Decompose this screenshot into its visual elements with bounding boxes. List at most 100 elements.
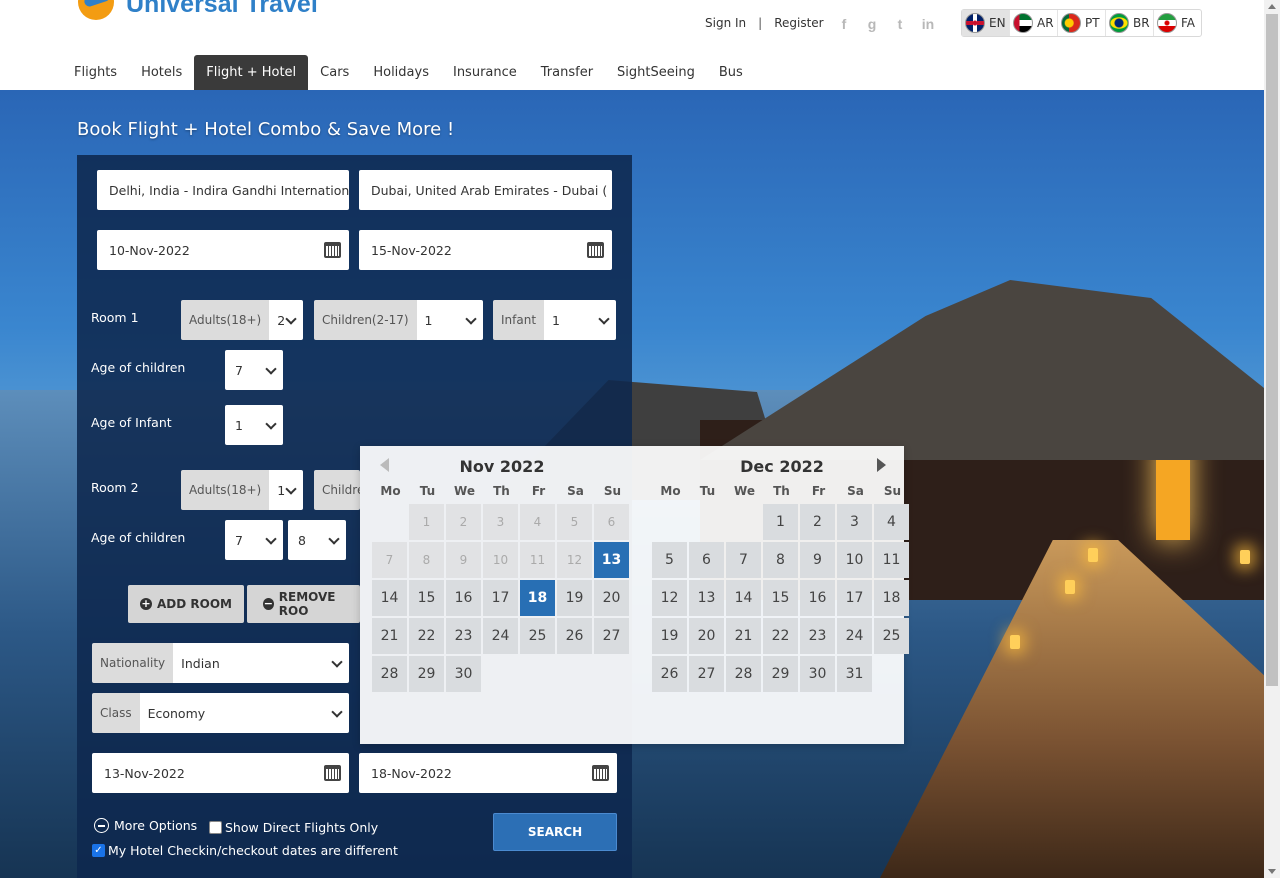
lang-ar[interactable]: AR [1010, 10, 1058, 36]
day-cell[interactable]: 2 [800, 504, 835, 540]
day-cell[interactable]: 25 [520, 618, 555, 654]
nav-flights[interactable]: Flights [62, 55, 129, 90]
logo[interactable]: Universal Travel [78, 0, 318, 22]
day-cell[interactable]: 28 [726, 656, 761, 692]
day-cell[interactable]: 6 [689, 542, 724, 578]
room2-adults-select[interactable]: Adults(18+) 1 [181, 470, 303, 510]
day-cell[interactable]: 14 [372, 580, 407, 616]
linkedin-icon[interactable]: in [920, 14, 936, 34]
hotel-dates-checkbox[interactable]: ✓ My Hotel Checkin/checkout dates are di… [92, 843, 398, 858]
day-cell[interactable]: 22 [409, 618, 444, 654]
nav-sightseeing[interactable]: SightSeeing [605, 55, 707, 90]
lang-fa[interactable]: FA [1154, 10, 1201, 36]
nav-hotels[interactable]: Hotels [129, 55, 194, 90]
day-cell[interactable]: 11 [874, 542, 909, 578]
day-cell[interactable]: 27 [689, 656, 724, 692]
day-cell[interactable]: 8 [763, 542, 798, 578]
scroll-up-icon[interactable] [1268, 4, 1276, 9]
day-cell[interactable]: 21 [372, 618, 407, 654]
day-cell[interactable]: 5 [652, 542, 687, 578]
class-select[interactable]: Class Economy [92, 693, 349, 733]
calendar-icon[interactable] [587, 242, 604, 258]
nav-transfer[interactable]: Transfer [529, 55, 605, 90]
scrollbar-thumb[interactable] [1266, 14, 1278, 686]
more-options-toggle[interactable]: More Options [94, 818, 197, 833]
day-cell[interactable]: 24 [483, 618, 518, 654]
checkin-date-input[interactable]: 13-Nov-2022 [92, 753, 349, 793]
day-cell[interactable]: 23 [446, 618, 481, 654]
return-date-input[interactable]: 15-Nov-2022 [359, 230, 612, 270]
day-cell[interactable]: 26 [652, 656, 687, 692]
day-cell[interactable]: 18 [874, 580, 909, 616]
lang-en[interactable]: EN [962, 10, 1010, 36]
search-button[interactable]: SEARCH [493, 813, 617, 851]
room1-age-infant-select[interactable]: 1 [225, 405, 283, 445]
day-cell[interactable]: 7 [726, 542, 761, 578]
day-cell-selected[interactable]: 13 [594, 542, 629, 578]
day-cell[interactable]: 16 [446, 580, 481, 616]
calendar-icon[interactable] [324, 242, 341, 258]
checkbox-icon[interactable] [209, 821, 222, 834]
day-cell[interactable]: 17 [483, 580, 518, 616]
day-cell[interactable]: 25 [874, 618, 909, 654]
from-input[interactable]: Delhi, India - Indira Gandhi Internation [97, 170, 349, 210]
remove-room-button[interactable]: − REMOVE ROO [247, 585, 360, 623]
day-cell[interactable]: 15 [409, 580, 444, 616]
day-cell[interactable]: 4 [874, 504, 909, 540]
sign-in-link[interactable]: Sign In [705, 16, 746, 30]
calendar-icon[interactable] [592, 765, 609, 781]
facebook-icon[interactable]: f [836, 14, 852, 34]
day-cell[interactable]: 17 [837, 580, 872, 616]
room2-age-child1-select[interactable]: 7 [225, 520, 283, 560]
day-cell[interactable]: 29 [763, 656, 798, 692]
day-cell[interactable]: 30 [446, 656, 481, 692]
day-cell[interactable]: 28 [372, 656, 407, 692]
day-cell[interactable]: 24 [837, 618, 872, 654]
nav-insurance[interactable]: Insurance [441, 55, 529, 90]
day-cell[interactable]: 19 [652, 618, 687, 654]
lang-pt[interactable]: PT [1058, 10, 1106, 36]
calendar-icon[interactable] [324, 765, 341, 781]
day-cell[interactable]: 15 [763, 580, 798, 616]
day-cell[interactable]: 21 [726, 618, 761, 654]
nav-flight-hotel[interactable]: Flight + Hotel [194, 55, 309, 90]
nav-holidays[interactable]: Holidays [361, 55, 441, 90]
day-cell[interactable]: 9 [800, 542, 835, 578]
day-cell[interactable]: 12 [652, 580, 687, 616]
scroll-down-icon[interactable] [1268, 869, 1276, 874]
direct-flights-checkbox[interactable]: Show Direct Flights Only [209, 820, 378, 835]
room1-age-child-select[interactable]: 7 [225, 350, 283, 390]
day-cell[interactable]: 13 [689, 580, 724, 616]
day-cell[interactable]: 20 [689, 618, 724, 654]
day-cell[interactable]: 30 [800, 656, 835, 692]
to-input[interactable]: Dubai, United Arab Emirates - Dubai ( [359, 170, 612, 210]
day-cell[interactable]: 26 [557, 618, 592, 654]
nationality-select[interactable]: Nationality Indian [92, 643, 349, 683]
checkbox-checked-icon[interactable]: ✓ [92, 844, 105, 857]
day-cell[interactable]: 1 [763, 504, 798, 540]
room2-age-child2-select[interactable]: 8 [288, 520, 346, 560]
day-cell-selected[interactable]: 18 [520, 580, 555, 616]
day-cell[interactable]: 14 [726, 580, 761, 616]
nav-cars[interactable]: Cars [308, 55, 361, 90]
nav-bus[interactable]: Bus [707, 55, 755, 90]
page-scrollbar[interactable] [1264, 0, 1280, 878]
day-cell[interactable]: 22 [763, 618, 798, 654]
lang-br[interactable]: BR [1106, 10, 1154, 36]
day-cell[interactable]: 10 [837, 542, 872, 578]
day-cell[interactable]: 3 [837, 504, 872, 540]
day-cell[interactable]: 16 [800, 580, 835, 616]
day-cell[interactable]: 20 [594, 580, 629, 616]
day-cell[interactable]: 19 [557, 580, 592, 616]
depart-date-input[interactable]: 10-Nov-2022 [97, 230, 349, 270]
twitter-icon[interactable]: t [892, 14, 908, 34]
room1-adults-select[interactable]: Adults(18+) 2 [181, 300, 303, 340]
room1-children-select[interactable]: Children(2-17) 1 [314, 300, 483, 340]
day-cell[interactable]: 31 [837, 656, 872, 692]
google-icon[interactable]: g [864, 14, 880, 34]
add-room-button[interactable]: + ADD ROOM [128, 585, 244, 623]
register-link[interactable]: Register [774, 16, 823, 30]
room2-children-select[interactable]: Childre [314, 470, 360, 510]
checkout-date-input[interactable]: 18-Nov-2022 [359, 753, 617, 793]
room1-infant-select[interactable]: Infant 1 [493, 300, 616, 340]
